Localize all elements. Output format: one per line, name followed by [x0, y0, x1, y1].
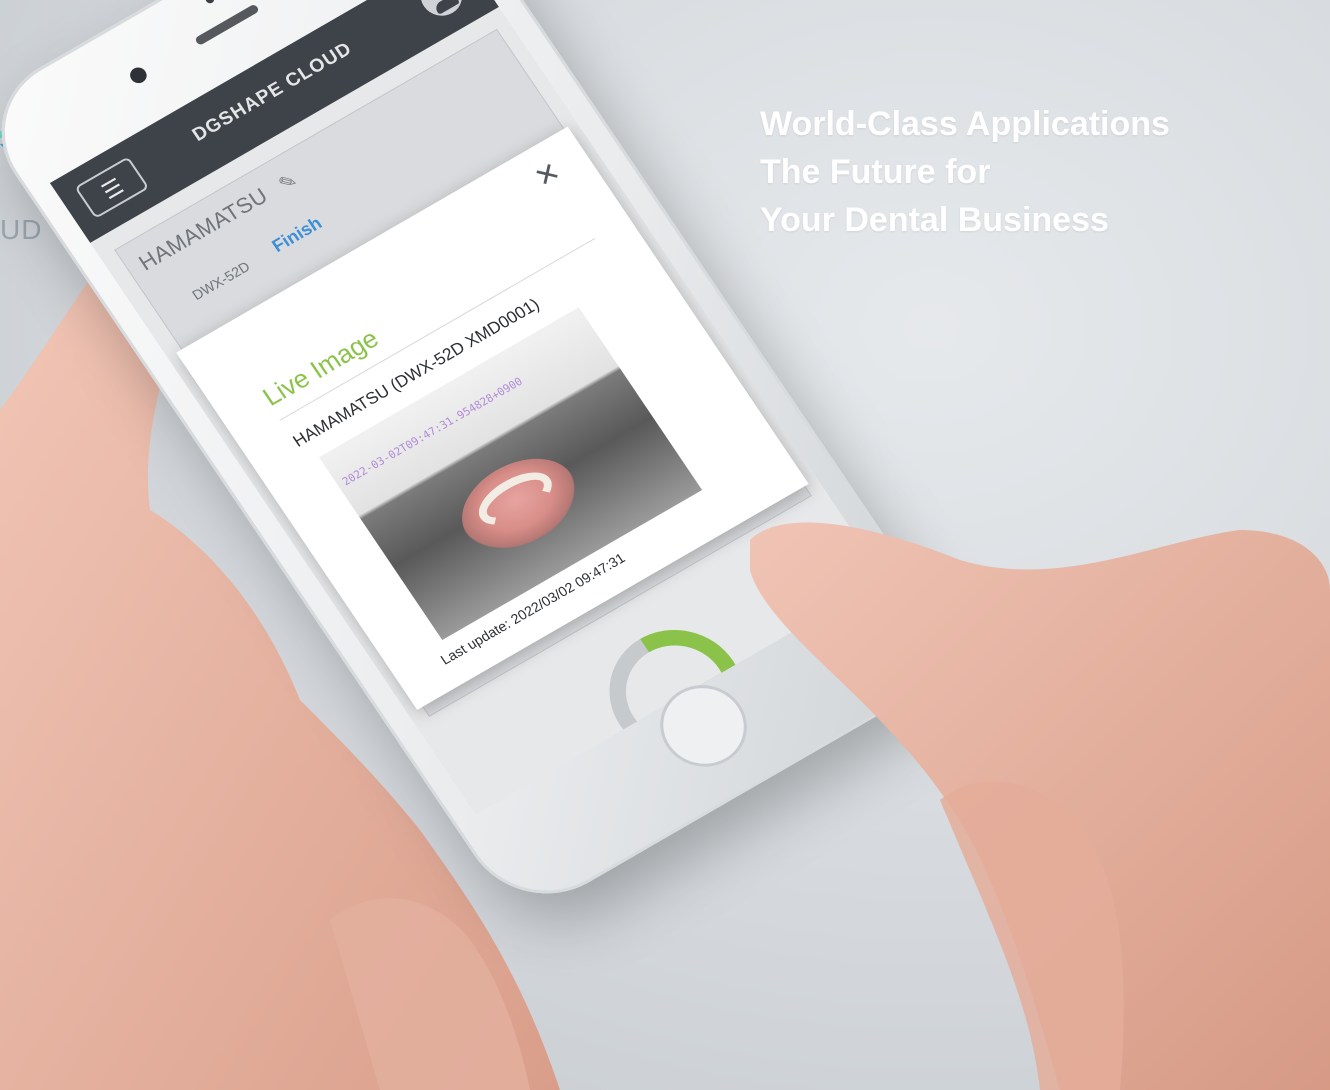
right-hand	[750, 522, 1330, 1090]
headline: World-Class Applications The Future for …	[760, 100, 1170, 244]
denture-model	[444, 440, 594, 567]
headline-line-1: World-Class Applications	[760, 105, 1170, 143]
close-icon[interactable]: ✕	[529, 156, 567, 193]
headline-line-2: The Future for	[760, 153, 991, 191]
headline-line-3: Your Dental Business	[760, 201, 1109, 239]
